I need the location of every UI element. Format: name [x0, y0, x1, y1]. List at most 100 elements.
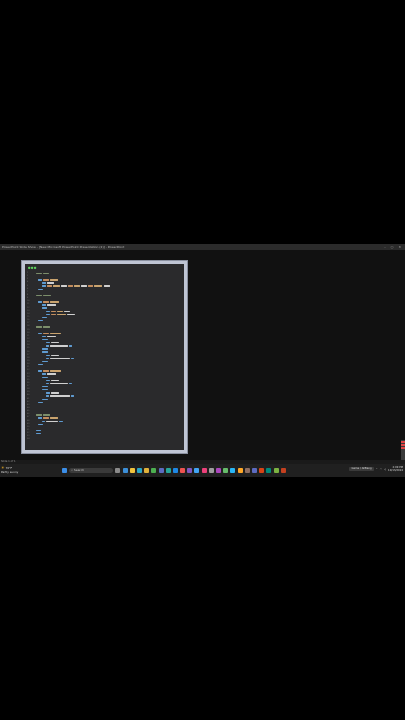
app-icon-8[interactable]: [208, 468, 214, 473]
task-view-icon[interactable]: [115, 468, 121, 473]
code-editor-screenshot: ●●● 1 2 3 4 5 6 7 8 9 10 11 12 13 14 15 16 17 18 19 20 21 22 2…: [25, 264, 184, 450]
wifi-icon[interactable]: ◠: [380, 468, 382, 471]
slideshow-area: ●●● 1 2 3 4 5 6 7 8 9 10 11 12 13 14 15 16 17 18 19 20 21 22 2…: [0, 250, 405, 468]
code-token: [42, 373, 46, 375]
chevron-up-icon[interactable]: ⌃: [376, 468, 378, 471]
search-placeholder: Search: [73, 468, 85, 472]
taskbar-search[interactable]: ⌕ Search: [69, 468, 114, 473]
code-token: [47, 304, 56, 306]
code-token: [36, 414, 42, 416]
app-icon-16[interactable]: [266, 468, 272, 473]
code-token: [51, 310, 56, 312]
app-icon-10[interactable]: [223, 468, 229, 473]
app-icon-5[interactable]: [187, 468, 193, 473]
code-lines: [34, 272, 182, 442]
code-token: [38, 417, 42, 419]
weather-widget[interactable]: ☀70°F Partly sunny: [1, 466, 18, 474]
code-token: [38, 320, 43, 322]
code-token: [69, 345, 72, 347]
app-icon-3[interactable]: [165, 468, 171, 473]
code-token: [43, 332, 49, 334]
vscode-icon[interactable]: [172, 468, 178, 473]
code-token: [53, 285, 60, 287]
code-token: [42, 304, 46, 306]
code-token: [50, 301, 59, 303]
app-icon-4[interactable]: [180, 468, 186, 473]
code-token: [50, 417, 58, 419]
code-token: [42, 335, 46, 338]
code-token: [42, 316, 47, 319]
code-token: [42, 282, 46, 284]
code-token: [43, 370, 49, 372]
app-icon-9[interactable]: [216, 468, 221, 473]
code-token: [94, 285, 102, 287]
code-token: [81, 285, 87, 287]
code-token: [68, 285, 73, 287]
code-token: [46, 382, 49, 385]
app-icon-2[interactable]: [158, 468, 164, 473]
file-explorer-icon[interactable]: [129, 468, 135, 473]
code-token: [51, 392, 59, 394]
code-token: [51, 341, 59, 344]
app-icon-1[interactable]: [151, 468, 157, 473]
code-token: [42, 351, 48, 353]
close-button[interactable]: ✕: [398, 245, 403, 249]
code-token: [50, 332, 61, 334]
start-icon[interactable]: [62, 468, 67, 473]
code-token: [38, 401, 43, 404]
code-token: [43, 279, 49, 281]
volume-icon[interactable]: ◁: [384, 468, 386, 471]
code-token: [47, 373, 56, 375]
code-token: [36, 429, 41, 432]
line-number: 54: [27, 438, 30, 441]
clock-date: 10/13/2024: [388, 469, 403, 473]
code-token: [42, 385, 48, 388]
code-token: [43, 417, 49, 419]
edge-icon[interactable]: [136, 468, 142, 473]
app-icon-7[interactable]: [201, 468, 207, 473]
slide-counter: Slide 1 of 1: [1, 460, 16, 463]
code-token: [74, 285, 80, 287]
tray-app-label[interactable]: Game / AllBang: [349, 467, 374, 472]
code-token: [69, 382, 72, 385]
app-icon-11[interactable]: [230, 468, 236, 473]
code-token: [71, 357, 74, 360]
chrome-icon[interactable]: [144, 468, 150, 473]
code-token: [50, 357, 70, 360]
taskbar-apps: ⌕ Search: [62, 467, 286, 474]
code-token: [42, 307, 47, 309]
code-token: [46, 313, 50, 316]
code-token: [43, 272, 49, 275]
code-token: [50, 279, 58, 281]
code-token: [46, 345, 49, 347]
code-token: [47, 335, 56, 338]
code-token: [88, 285, 93, 287]
app-icon-14[interactable]: [251, 468, 257, 473]
code-token: [47, 285, 52, 287]
windows-taskbar: ☀70°F Partly sunny ⌕ Search Game / AllBa…: [0, 464, 405, 477]
code-token: [42, 360, 48, 363]
code-token: [51, 313, 56, 316]
code-token: [43, 294, 51, 297]
app-icon-17[interactable]: [273, 468, 279, 473]
widgets-icon[interactable]: [122, 468, 128, 473]
code-token: [51, 379, 59, 382]
code-token: [42, 398, 48, 400]
code-token: [36, 326, 42, 328]
powerpoint-icon[interactable]: [280, 468, 286, 473]
code-token: [38, 332, 42, 334]
code-token: [46, 310, 50, 312]
app-icon-6[interactable]: [194, 468, 200, 473]
code-token: [38, 288, 43, 290]
maximize-button[interactable]: ▢: [391, 245, 396, 249]
app-icon-15[interactable]: [259, 468, 265, 473]
code-token: [59, 420, 63, 422]
minimize-button[interactable]: –: [384, 245, 388, 249]
app-icon-13[interactable]: [244, 468, 250, 473]
system-tray: Game / AllBang ⌃ ◠ ◁ 2:09 PM 10/13/2024: [349, 466, 403, 472]
slide[interactable]: ●●● 1 2 3 4 5 6 7 8 9 10 11 12 13 14 15 16 17 18 19 20 21 22 2…: [21, 260, 188, 454]
weather-condition: Partly sunny: [1, 469, 19, 474]
taskbar-clock[interactable]: 2:09 PM 10/13/2024: [388, 466, 403, 472]
app-icon-12[interactable]: [237, 468, 243, 473]
